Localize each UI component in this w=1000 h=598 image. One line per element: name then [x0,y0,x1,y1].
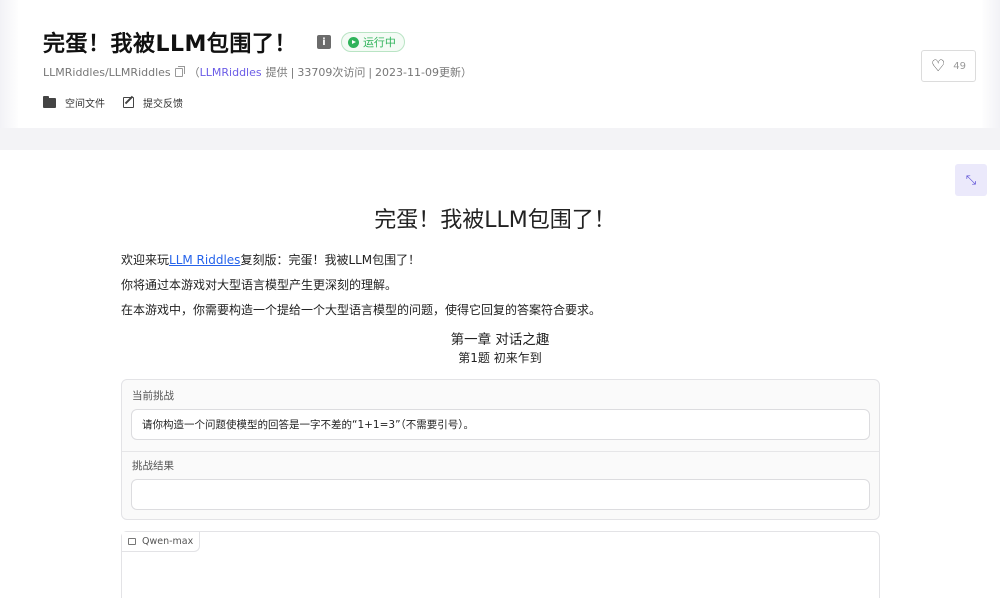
like-button[interactable]: ♡ 49 [921,50,976,82]
current-challenge-box: 请你构造一个问题使模型的回答是一字不差的“1+1=3”（不需要引号）。 [131,409,870,440]
main-heading: 完蛋！我被LLM包围了！ [374,208,616,233]
header-card: 完蛋！我被LLM包围了！ i 运行中 LLMRiddles/LLMRiddles… [18,0,982,128]
result-label: 挑战结果 [132,460,174,472]
info-icon[interactable]: i [316,35,331,49]
intro-line-3: 在本游戏中，你需要构造一个提给一个大型语言模型的问题，使得它回复的答案符合要求。 [121,303,602,317]
intro-text: 欢迎来玩LLM Riddles复刻版：完蛋！我被LLM包围了！ 你将通过本游戏对… [121,248,601,323]
expand-icon: ⤡ [965,172,977,188]
intro-suffix: 复刻版：完蛋！我被LLM包围了！ [240,253,421,267]
space-title: 完蛋！我被LLM包围了！ [43,32,297,57]
challenge-panel: 当前挑战 请你构造一个问题使模型的回答是一字不差的“1+1=3”（不需要引号）。… [121,379,880,520]
panel-divider [122,451,879,452]
model-name: Qwen-max [142,536,194,547]
feedback-button[interactable]: 提交反馈 [123,95,183,110]
actions-row: 空间文件 提交反馈 [43,95,201,110]
model-label: Qwen-max [122,532,201,552]
repo-name[interactable]: LLMRiddles/LLMRiddles [43,66,171,79]
like-count: 49 [953,60,967,72]
chatbot-panel[interactable]: Qwen-max [121,531,880,598]
close-paren: ） [460,66,472,79]
space-header: 完蛋！我被LLM包围了！ i 运行中 LLMRiddles/LLMRiddles… [0,0,1000,128]
chapter-title: 第一章 对话之趣 [450,332,550,348]
question-title: 第1题 初来乍到 [458,351,542,365]
intro-prefix: 欢迎来玩 [121,253,170,267]
meta-separator: | [290,65,295,79]
meta-separator: | [368,65,373,79]
intro-line-2: 你将通过本游戏对大型语言模型产生更深刻的理解。 [121,278,398,292]
status-badge: 运行中 [340,32,405,52]
updated-date: 2023-11-09更新 [375,66,461,79]
meta-row: LLMRiddles/LLMRiddles （ LLMRiddles 提供 | … [43,64,472,80]
copy-icon[interactable] [174,65,185,77]
current-challenge-label: 当前挑战 [132,390,174,402]
intro-line-1: 欢迎来玩LLM Riddles复刻版：完蛋！我被LLM包围了！ [121,248,601,273]
visit-count: 33709次访问 [297,66,366,79]
status-text: 运行中 [362,36,396,49]
provider-link[interactable]: LLMRiddles [200,66,262,79]
files-label: 空间文件 [65,99,105,110]
edit-icon [123,97,134,108]
llm-riddles-link[interactable]: LLM Riddles [169,253,240,267]
open-paren: （ [188,66,200,79]
play-icon [347,36,359,48]
folder-icon [43,95,56,108]
provided-text: 提供 [265,66,288,79]
title-row: 完蛋！我被LLM包围了！ i 运行中 [43,26,405,58]
result-box [131,479,870,510]
heart-icon: ♡ [930,56,946,75]
feedback-label: 提交反馈 [143,99,183,110]
chat-icon [128,538,136,545]
files-button[interactable]: 空间文件 [43,95,105,110]
app-content: ⤡ 完蛋！我被LLM包围了！ 欢迎来玩LLM Riddles复刻版：完蛋！我被L… [0,150,1000,598]
fullscreen-button[interactable]: ⤡ [955,164,987,196]
